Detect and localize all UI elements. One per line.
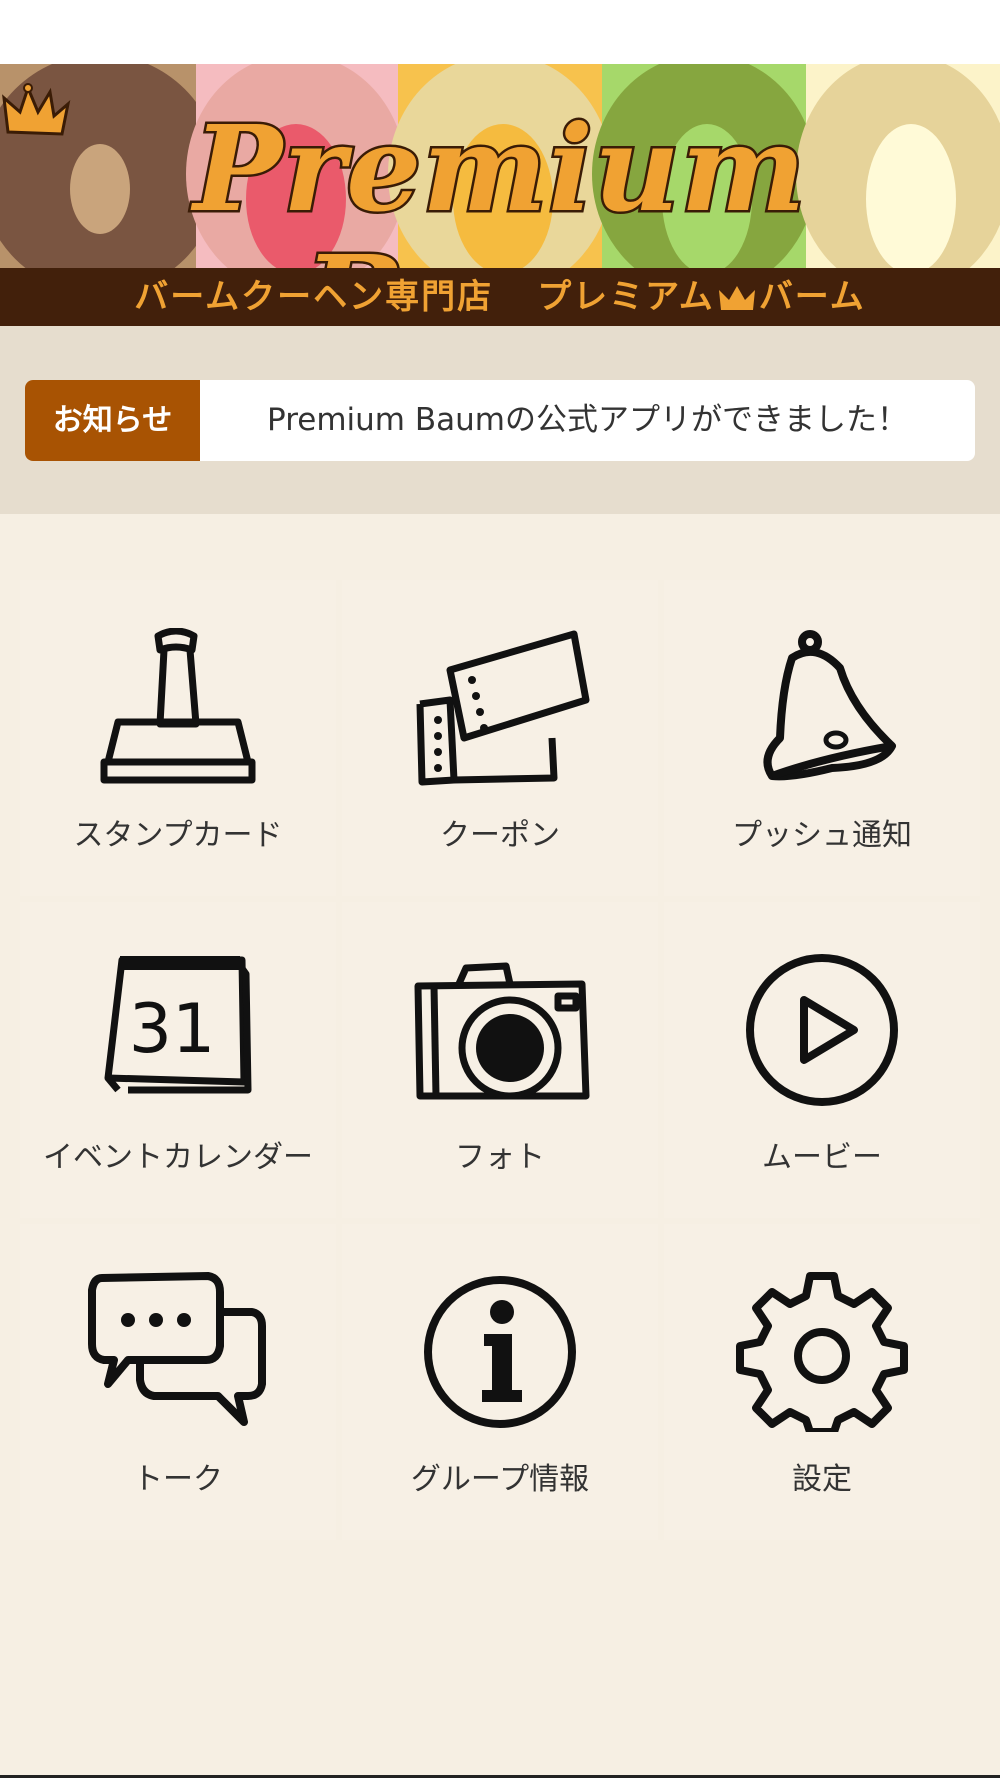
- menu-grid: スタンプカード クーポン プッシュ通知 31 イベントカレンダー フォト ムービ…: [20, 580, 980, 1540]
- menu-item-movie[interactable]: ムービー: [664, 902, 980, 1218]
- info-icon: [424, 1276, 576, 1428]
- calendar-day: 31: [129, 990, 216, 1069]
- menu-item-label: プッシュ通知: [732, 818, 912, 853]
- notice-banner[interactable]: お知らせ Premium Baumの公式アプリができました！: [25, 380, 975, 461]
- menu-item-photo[interactable]: フォト: [342, 902, 658, 1218]
- menu-item-label: ムービー: [762, 1140, 882, 1175]
- mini-crown-icon: [718, 285, 755, 310]
- notice-text: Premium Baumの公式アプリができました！: [267, 402, 908, 438]
- menu-item-label: グループ情報: [410, 1462, 590, 1497]
- subtitle-left: バームクーヘン専門店: [134, 277, 494, 317]
- menu-item-label: 設定: [792, 1462, 852, 1497]
- status-bar: [0, 0, 1000, 64]
- subtitle-bar: バームクーヘン専門店 プレミアム バーム: [0, 268, 1000, 326]
- coupon-icon: [416, 630, 590, 786]
- menu-item-settings[interactable]: 設定: [664, 1224, 980, 1540]
- menu-item-stamp-card[interactable]: スタンプカード: [20, 580, 336, 896]
- menu-item-talk[interactable]: トーク: [20, 1224, 336, 1540]
- menu-item-label: クーポン: [440, 818, 560, 853]
- bell-icon: [763, 630, 896, 781]
- subtitle-right-a: プレミアム: [537, 277, 715, 317]
- menu-item-group-info[interactable]: グループ情報: [342, 1224, 658, 1540]
- play-icon: [746, 954, 898, 1106]
- notice-label: お知らせ: [25, 380, 200, 461]
- stamp-icon: [100, 628, 256, 784]
- camera-icon: [414, 962, 590, 1100]
- menu-item-label: フォト: [455, 1140, 545, 1175]
- menu-item-event-calendar[interactable]: 31 イベントカレンダー: [20, 902, 336, 1218]
- menu-item-coupon[interactable]: クーポン: [342, 580, 658, 896]
- gear-icon: [736, 1272, 908, 1432]
- menu-item-label: スタンプカード: [73, 818, 283, 853]
- header-banner: Premium Baum: [0, 64, 1000, 268]
- calendar-icon: 31: [104, 956, 252, 1094]
- subtitle-right-b: バーム: [758, 277, 866, 317]
- menu-item-label: トーク: [133, 1462, 223, 1497]
- logo-text: Premium Baum: [191, 99, 808, 268]
- menu-item-label: イベントカレンダー: [43, 1140, 313, 1175]
- menu-item-push-notification[interactable]: プッシュ通知: [664, 580, 980, 896]
- chat-icon: [88, 1272, 266, 1426]
- notice-area: お知らせ Premium Baumの公式アプリができました！: [0, 326, 1000, 514]
